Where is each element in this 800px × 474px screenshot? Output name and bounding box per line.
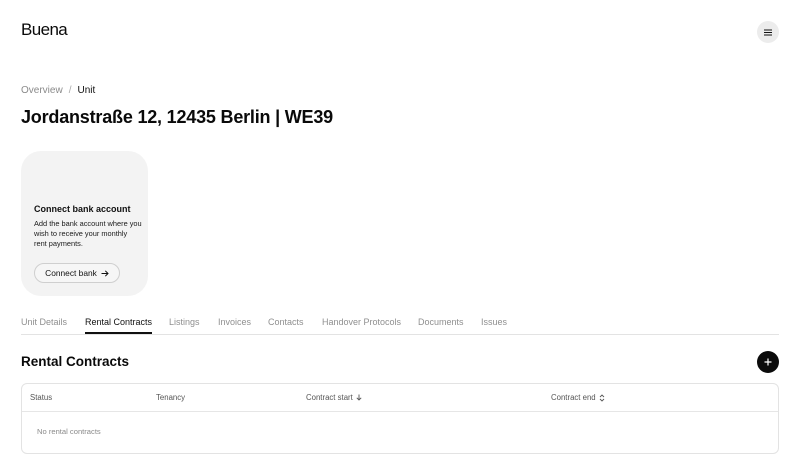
add-rental-contract-button[interactable]: [757, 351, 779, 373]
tab-handover-protocols[interactable]: Handover Protocols: [322, 317, 401, 332]
connect-bank-button[interactable]: Connect bank: [34, 263, 120, 283]
column-header-contract-end[interactable]: Contract end: [551, 393, 605, 402]
tab-documents[interactable]: Documents: [418, 317, 464, 332]
column-label: Contract end: [551, 393, 596, 402]
tab-contacts[interactable]: Contacts: [268, 317, 304, 332]
column-label: Contract start: [306, 393, 353, 402]
bank-card-title: Connect bank account: [34, 204, 131, 214]
arrow-right-icon: [101, 269, 109, 277]
section-title: Rental Contracts: [21, 354, 130, 369]
tab-listings[interactable]: Listings: [169, 317, 200, 332]
breadcrumb: Overview / Unit: [21, 85, 95, 96]
column-header-tenancy[interactable]: Tenancy: [156, 393, 185, 402]
rental-contracts-table: Status Tenancy Contract start Contract e…: [21, 383, 779, 454]
unit-tabs: Unit Details Rental Contracts Listings I…: [21, 317, 779, 335]
page-title: Jordanstraße 12, 12435 Berlin | WE39: [21, 107, 333, 127]
column-label: Tenancy: [156, 393, 186, 402]
sort-descending-icon: [356, 394, 362, 401]
menu-button[interactable]: [757, 21, 779, 43]
brand-logo[interactable]: Buena: [21, 20, 68, 40]
breadcrumb-overview-link[interactable]: Overview: [21, 85, 63, 96]
table-header: Status Tenancy Contract start Contract e…: [22, 384, 778, 412]
breadcrumb-current: Unit: [77, 85, 96, 96]
connect-bank-card: Connect bank account Add the bank accoun…: [21, 151, 148, 296]
column-label: Status: [30, 393, 53, 402]
tab-unit-details[interactable]: Unit Details: [21, 317, 67, 332]
bank-card-description: Add the bank account where you wish to r…: [34, 219, 142, 248]
tab-rental-contracts[interactable]: Rental Contracts: [85, 317, 153, 334]
connect-bank-label: Connect bank: [45, 268, 97, 278]
sort-icon: [599, 393, 604, 402]
plus-icon: [764, 358, 772, 366]
column-header-status[interactable]: Status: [30, 393, 52, 402]
tab-issues[interactable]: Issues: [481, 317, 507, 332]
hamburger-menu-icon: [764, 29, 772, 35]
empty-state-text: No rental contracts: [37, 427, 101, 436]
tab-invoices[interactable]: Invoices: [218, 317, 251, 332]
breadcrumb-separator: /: [68, 85, 72, 96]
column-header-contract-start[interactable]: Contract start: [306, 393, 362, 402]
